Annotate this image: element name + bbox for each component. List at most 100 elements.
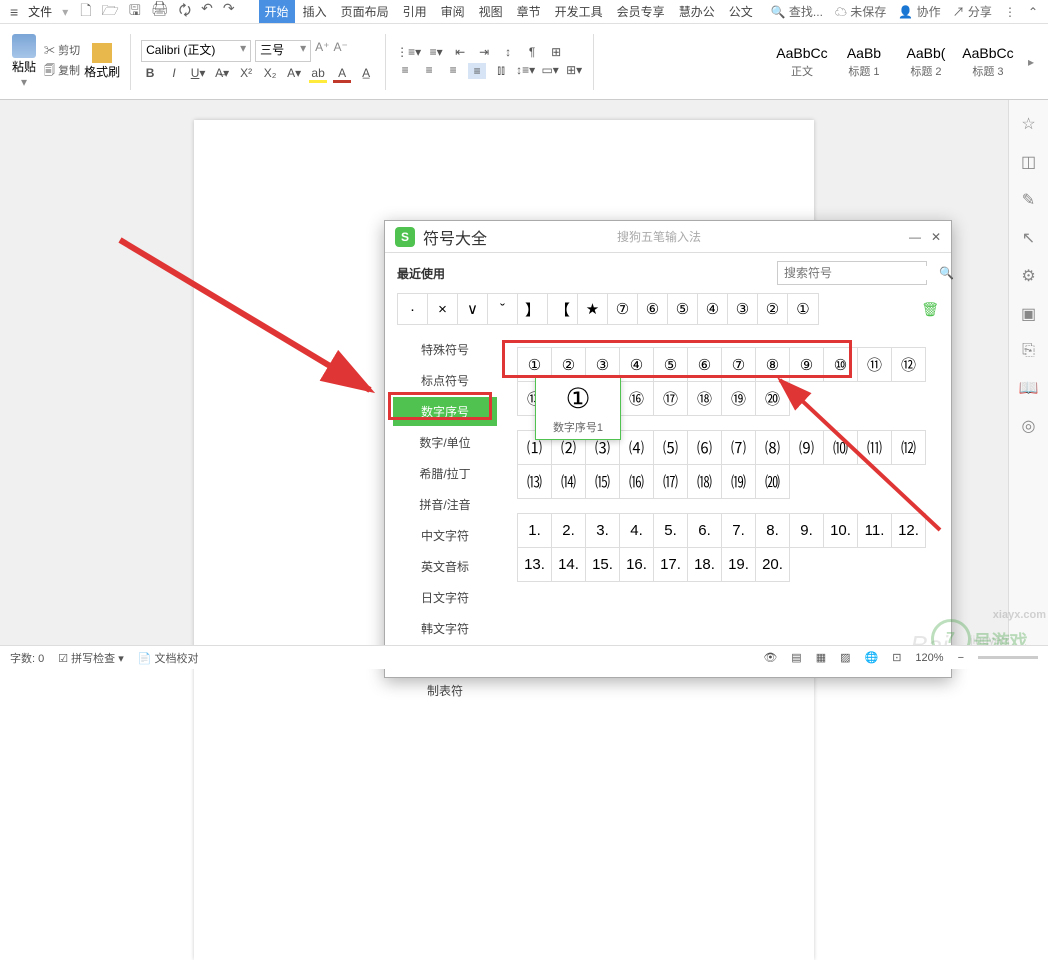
view-outline-icon[interactable]: ▨ (840, 651, 850, 664)
rail-icon[interactable]: ☆ (1021, 114, 1035, 134)
qat-button[interactable]: 🗘 (179, 0, 192, 24)
symbol-cell[interactable]: 5. (654, 514, 688, 548)
tab-开发工具[interactable]: 开发工具 (549, 0, 609, 23)
zoom-level[interactable]: 120% (915, 652, 943, 664)
symbol-cell[interactable]: ⑽ (824, 431, 858, 465)
symbol-cell[interactable]: ⑯ (620, 382, 654, 416)
coop-button[interactable]: 👤 协作 (898, 3, 940, 20)
symbol-cell[interactable]: ⒂ (586, 465, 620, 499)
distribute-button[interactable]: ⫾⫾ (492, 63, 510, 79)
highlight-button[interactable]: ab (309, 66, 327, 83)
view-print-icon[interactable]: ▤ (791, 651, 801, 664)
recent-symbol[interactable]: ④ (698, 294, 728, 324)
symbol-cell[interactable]: 6. (688, 514, 722, 548)
rail-icon[interactable]: ◫ (1021, 152, 1036, 172)
symbol-cell[interactable]: 12. (892, 514, 926, 548)
cut-button[interactable]: ✂ 剪切 (44, 42, 80, 58)
rail-icon[interactable]: ◎ (1022, 416, 1036, 436)
recent-symbol[interactable]: ⑤ (668, 294, 698, 324)
symbol-cell[interactable]: 17. (654, 548, 688, 582)
category-item[interactable]: 拼音/注音 (393, 490, 497, 519)
style-card[interactable]: AaBbCc正文 (772, 34, 832, 90)
font-color-button[interactable]: A (333, 66, 351, 83)
symbol-cell[interactable]: ⑻ (756, 431, 790, 465)
underline-button[interactable]: U▾ (189, 66, 207, 83)
symbol-cell[interactable]: ⑼ (790, 431, 824, 465)
recent-symbol[interactable]: 【 (548, 294, 578, 324)
symbol-cell[interactable]: 20. (756, 548, 790, 582)
symbol-cell[interactable]: 2. (552, 514, 586, 548)
symbol-cell[interactable]: ⒃ (620, 465, 654, 499)
indent-dec-button[interactable]: ⇤ (451, 45, 469, 59)
tab-会员专享[interactable]: 会员专享 (611, 0, 671, 23)
tab-慧办公[interactable]: 慧办公 (673, 0, 721, 23)
symbol-cell[interactable]: ⑫ (892, 348, 926, 382)
symbol-cell[interactable]: 15. (586, 548, 620, 582)
symbol-cell[interactable]: ⑩ (824, 348, 858, 382)
rail-icon[interactable]: ⎘ (1022, 342, 1035, 360)
symbol-cell[interactable]: ⑺ (722, 431, 756, 465)
category-item[interactable]: 英文音标 (393, 552, 497, 581)
italic-button[interactable]: I (165, 66, 183, 83)
tab-页面布局[interactable]: 页面布局 (335, 0, 395, 23)
numbering-button[interactable]: ≡▾ (427, 45, 445, 59)
symbol-cell[interactable]: 19. (722, 548, 756, 582)
font-select[interactable]: Calibri (正文) ▾ (141, 40, 251, 62)
symbol-cell[interactable]: ⑲ (722, 382, 756, 416)
strike-button[interactable]: A̶▾ (213, 66, 231, 83)
more-icon[interactable]: ⋮ (1004, 5, 1016, 19)
style-card[interactable]: AaBb标题 1 (834, 34, 894, 90)
recent-symbol[interactable]: ⑥ (638, 294, 668, 324)
zoom-slider[interactable] (978, 656, 1038, 659)
recent-symbol[interactable]: ① (788, 294, 818, 324)
category-item[interactable]: 数字序号 (393, 397, 497, 426)
word-count[interactable]: 字数: 0 (10, 650, 44, 666)
bold-button[interactable]: B (141, 66, 159, 83)
rail-settings-icon[interactable]: ⚙ (1021, 266, 1035, 286)
symbol-cell[interactable]: ⒅ (688, 465, 722, 499)
recent-symbol[interactable]: × (428, 294, 458, 324)
symbol-cell[interactable]: ⑾ (858, 431, 892, 465)
style-card[interactable]: AaBb(标题 2 (896, 34, 956, 90)
indent-inc-button[interactable]: ⇥ (475, 45, 493, 59)
subscript-button[interactable]: X₂ (261, 66, 279, 83)
align-center-button[interactable]: ≡ (420, 63, 438, 79)
symbol-cell[interactable]: 8. (756, 514, 790, 548)
bg-color-button[interactable]: A̲ (357, 66, 375, 83)
recent-symbol[interactable]: ② (758, 294, 788, 324)
tab-插入[interactable]: 插入 (297, 0, 333, 23)
symbol-cell[interactable]: ⒁ (552, 465, 586, 499)
align-left-button[interactable]: ≡ (396, 63, 414, 79)
align-right-button[interactable]: ≡ (444, 63, 462, 79)
rail-icon[interactable]: ▣ (1021, 304, 1036, 324)
recent-symbol[interactable]: ∨ (458, 294, 488, 324)
symbol-cell[interactable]: ⒀ (518, 465, 552, 499)
symbol-cell[interactable]: 9. (790, 514, 824, 548)
hamburger-icon[interactable]: ≡ (10, 4, 18, 20)
symbol-cell[interactable]: 14. (552, 548, 586, 582)
recent-symbol[interactable]: 】 (518, 294, 548, 324)
symbol-cell[interactable]: 13. (518, 548, 552, 582)
symbol-cell[interactable]: ⒄ (654, 465, 688, 499)
recent-symbol[interactable]: · (398, 294, 428, 324)
recent-symbol[interactable]: ③ (728, 294, 758, 324)
copy-button[interactable]: 🗐 复制 (44, 62, 80, 81)
symbol-cell[interactable]: ⒇ (756, 465, 790, 499)
line-spacing-button[interactable]: ↕≡▾ (516, 63, 535, 79)
symbol-cell[interactable]: ⑥ (688, 348, 722, 382)
symbol-cell[interactable]: ⑪ (858, 348, 892, 382)
sort-button[interactable]: ↕ (499, 45, 517, 59)
symbol-cell[interactable]: ⑹ (688, 431, 722, 465)
rail-pencil-icon[interactable]: ✎ (1022, 190, 1035, 210)
tab-审阅[interactable]: 审阅 (435, 0, 471, 23)
symbol-cell[interactable]: ⑦ (722, 348, 756, 382)
recent-symbol[interactable]: ★ (578, 294, 608, 324)
symbol-cell[interactable]: 10. (824, 514, 858, 548)
tab-视图[interactable]: 视图 (473, 0, 509, 23)
expand-icon[interactable]: ⌃ (1028, 5, 1038, 19)
bullets-button[interactable]: ⋮≡▾ (396, 45, 421, 59)
trash-icon[interactable]: 🗑 (921, 301, 939, 318)
unsaved-indicator[interactable]: ☁ 未保存 (835, 3, 886, 20)
paste-button[interactable]: 粘贴▾ (8, 30, 40, 93)
format-brush-button[interactable]: 格式刷 (84, 43, 120, 80)
